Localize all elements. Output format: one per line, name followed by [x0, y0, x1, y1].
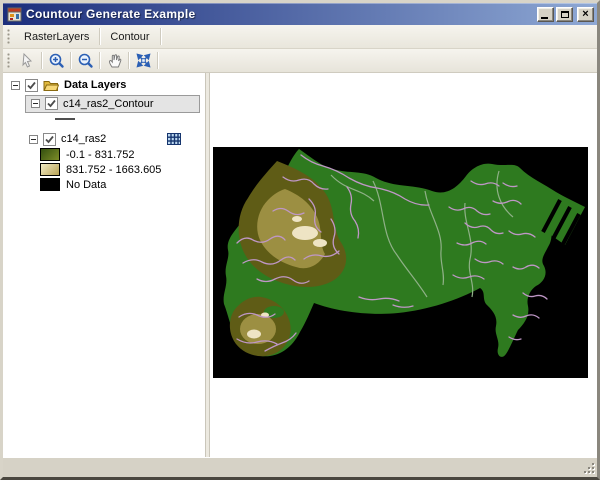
legend-swatch-nodata	[40, 178, 60, 191]
legend-swatch-low	[40, 148, 60, 161]
layer-checkbox[interactable]	[45, 97, 58, 110]
select-pointer-button[interactable]	[15, 50, 39, 71]
raster-grid-icon	[167, 133, 181, 145]
legend-label: -0.1 - 831.752	[66, 149, 135, 161]
toolbar-separator	[99, 52, 100, 69]
collapse-toggle[interactable]	[29, 135, 38, 144]
layer-checkbox[interactable]	[43, 133, 56, 146]
titlebar[interactable]: Countour Generate Example ×	[3, 3, 597, 25]
map-panel[interactable]	[210, 73, 597, 457]
window-title: Countour Generate Example	[26, 7, 537, 21]
toolbar-separator	[70, 52, 71, 69]
zoom-in-icon	[48, 52, 65, 69]
menu-contour[interactable]: Contour	[101, 28, 158, 46]
zoom-full-extent-icon	[135, 52, 152, 69]
check-icon	[46, 98, 57, 109]
tree-node-contour-layer[interactable]: c14_ras2_Contour	[25, 95, 200, 113]
legend-item: 831.752 - 1663.605	[3, 162, 205, 177]
layer-checkbox[interactable]	[25, 79, 38, 92]
toolbar-separator	[157, 52, 158, 69]
maximize-button[interactable]	[556, 7, 573, 22]
legend-swatch-high	[40, 163, 60, 176]
status-bar	[3, 457, 597, 477]
tree-node-label[interactable]: c14_ras2	[61, 133, 106, 145]
pan-button[interactable]	[102, 50, 126, 71]
tree-node-data-layers[interactable]: Data Layers	[3, 76, 205, 94]
tree-node-label[interactable]: Data Layers	[64, 79, 126, 91]
menu-rasterlayers[interactable]: RasterLayers	[15, 28, 98, 46]
zoom-in-button[interactable]	[44, 50, 68, 71]
layers-tree-panel: Data Layers c14_ras2_Contour	[3, 73, 205, 457]
app-window: Countour Generate Example × RasterLayers…	[0, 0, 600, 480]
contour-line-symbol	[55, 118, 75, 120]
tree-node-contour-layer-row: c14_ras2_Contour	[3, 94, 205, 113]
full-extent-button[interactable]	[131, 50, 155, 71]
tree-node-label[interactable]: c14_ras2_Contour	[63, 98, 154, 110]
app-icon[interactable]	[7, 7, 22, 22]
minimize-button[interactable]	[537, 7, 554, 22]
pan-hand-icon	[106, 52, 123, 69]
toolbar-separator	[41, 52, 42, 69]
legend-label: No Data	[66, 179, 106, 191]
toolbar-grip[interactable]	[7, 53, 11, 69]
close-button[interactable]: ×	[577, 7, 594, 22]
legend-item: No Data	[3, 177, 205, 192]
toolbar-separator	[128, 52, 129, 69]
content-area: Data Layers c14_ras2_Contour	[3, 73, 597, 457]
resize-grip-icon[interactable]	[582, 461, 595, 474]
menu-separator	[99, 28, 100, 45]
legend-label: 831.752 - 1663.605	[66, 164, 161, 176]
contour-symbol-row	[3, 113, 205, 125]
menu-separator	[160, 28, 161, 45]
menubar-grip[interactable]	[7, 29, 11, 45]
raster-map[interactable]	[213, 147, 588, 378]
menu-bar: RasterLayers Contour	[3, 25, 597, 49]
select-pointer-icon	[19, 52, 36, 69]
legend-item: -0.1 - 831.752	[3, 147, 205, 162]
maximize-icon	[561, 11, 569, 18]
check-icon	[26, 80, 37, 91]
collapse-toggle[interactable]	[11, 81, 20, 90]
close-icon: ×	[582, 9, 588, 20]
zoom-out-icon	[77, 52, 94, 69]
open-folder-icon	[43, 79, 59, 92]
minimize-icon	[541, 17, 548, 19]
collapse-toggle[interactable]	[31, 99, 40, 108]
zoom-out-button[interactable]	[73, 50, 97, 71]
map-toolbar	[3, 49, 597, 73]
tree-node-raster-layer[interactable]: c14_ras2	[3, 131, 205, 147]
check-icon	[44, 134, 55, 145]
